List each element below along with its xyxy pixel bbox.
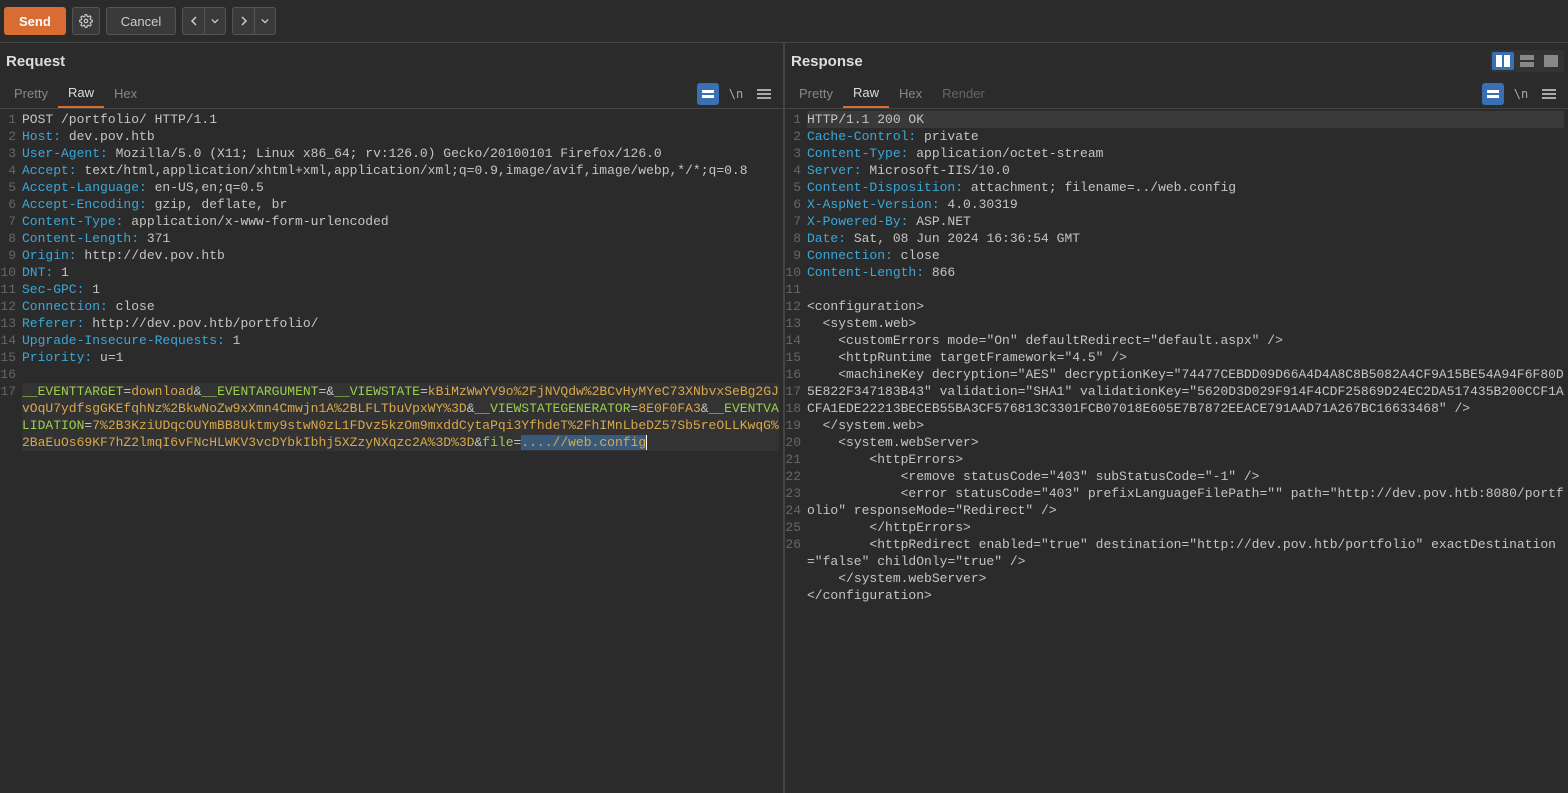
newline-toggle[interactable]: \n — [725, 83, 747, 105]
response-title: Response — [789, 53, 863, 70]
cancel-button[interactable]: Cancel — [106, 7, 176, 35]
chevron-left-icon — [189, 16, 199, 26]
newline-toggle[interactable]: \n — [1510, 83, 1532, 105]
response-editor[interactable]: 1234567891011121314151617181920212223242… — [785, 109, 1568, 793]
settings-button[interactable] — [72, 7, 100, 35]
equals-icon — [701, 88, 715, 100]
tab-hex[interactable]: Hex — [889, 80, 932, 107]
send-button[interactable]: Send — [4, 7, 66, 35]
history-forward-dropdown[interactable] — [254, 7, 276, 35]
history-back-group — [182, 7, 226, 35]
history-forward-button[interactable] — [232, 7, 254, 35]
chevron-down-icon — [211, 17, 219, 25]
hamburger-icon — [1542, 88, 1556, 100]
menu-button[interactable] — [1538, 83, 1560, 105]
history-back-dropdown[interactable] — [204, 7, 226, 35]
menu-button[interactable] — [753, 83, 775, 105]
tab-raw[interactable]: Raw — [843, 79, 889, 108]
response-tabs: Pretty Raw Hex Render \n — [785, 79, 1568, 109]
layout-columns[interactable] — [1492, 52, 1514, 70]
request-gutter: 1234567891011121314151617 — [0, 109, 18, 793]
layout-single[interactable] — [1540, 52, 1562, 70]
request-code[interactable]: POST /portfolio/ HTTP/1.1Host: dev.pov.h… — [18, 109, 783, 793]
response-code[interactable]: HTTP/1.1 200 OKCache-Control: privateCon… — [803, 109, 1568, 793]
request-tabs: Pretty Raw Hex \n — [0, 79, 783, 109]
request-editor[interactable]: 1234567891011121314151617 POST /portfoli… — [0, 109, 783, 793]
layout-toggles — [1490, 50, 1564, 72]
toolbar: Send Cancel — [0, 0, 1568, 42]
layout-rows[interactable] — [1516, 52, 1538, 70]
actions-button[interactable] — [1482, 83, 1504, 105]
tab-render[interactable]: Render — [932, 80, 995, 107]
columns-icon — [1496, 55, 1510, 67]
gear-icon — [79, 14, 93, 28]
hamburger-icon — [757, 88, 771, 100]
request-pane: Request Pretty Raw Hex \n 12345678910111… — [0, 42, 785, 793]
chevron-down-icon — [261, 17, 269, 25]
rows-icon — [1520, 55, 1534, 67]
tab-pretty[interactable]: Pretty — [4, 80, 58, 107]
chevron-right-icon — [239, 16, 249, 26]
response-gutter: 1234567891011121314151617181920212223242… — [785, 109, 803, 793]
actions-button[interactable] — [697, 83, 719, 105]
history-forward-group — [232, 7, 276, 35]
history-back-button[interactable] — [182, 7, 204, 35]
request-title: Request — [4, 53, 65, 70]
tab-hex[interactable]: Hex — [104, 80, 147, 107]
tab-raw[interactable]: Raw — [58, 79, 104, 108]
equals-icon — [1486, 88, 1500, 100]
response-pane: Response Pretty Raw Hex Render \n 123456… — [785, 42, 1568, 793]
tab-pretty[interactable]: Pretty — [789, 80, 843, 107]
square-icon — [1544, 55, 1558, 67]
